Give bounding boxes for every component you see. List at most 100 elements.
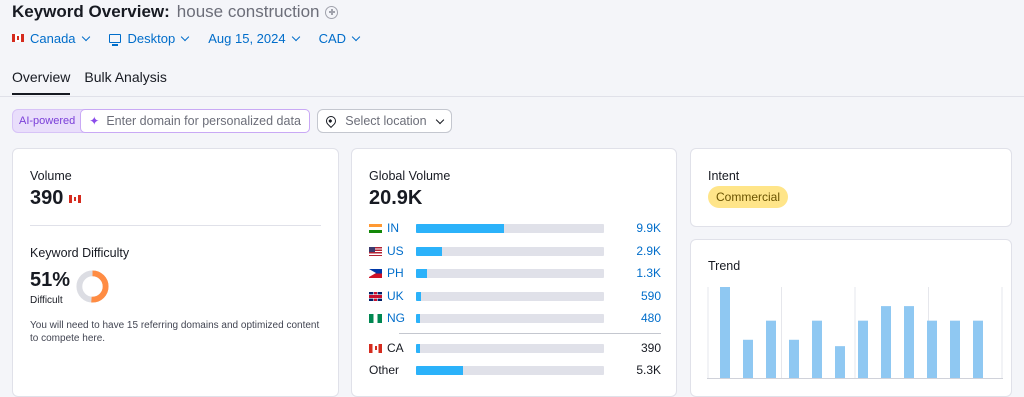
- country-filter[interactable]: Canada: [12, 30, 90, 46]
- trend-bar[interactable]: [766, 320, 776, 378]
- volume-value: 390: [30, 187, 64, 209]
- device-filter-label: Desktop: [127, 30, 176, 46]
- trend-bar[interactable]: [904, 306, 914, 378]
- date-filter[interactable]: Aug 15, 2024: [208, 30, 300, 46]
- location-pin-icon: [324, 113, 339, 129]
- trend-bar[interactable]: [812, 320, 822, 378]
- device-filter[interactable]: Desktop: [108, 30, 190, 46]
- kd-label: Keyword Difficulty: [30, 246, 130, 260]
- country-code[interactable]: PH: [387, 266, 415, 280]
- trend-bar[interactable]: [743, 339, 753, 378]
- country-code: CA: [387, 341, 404, 355]
- country-volume-value[interactable]: 480: [641, 311, 661, 325]
- kd-donut-chart: [76, 270, 109, 303]
- tab-bulk-analysis[interactable]: Bulk Analysis: [84, 69, 166, 95]
- country-volume-value[interactable]: 9.9K: [636, 221, 661, 235]
- country-volume-bar-fill: [416, 268, 428, 278]
- card-divider: [30, 225, 321, 226]
- trend-card: Trend: [690, 239, 1012, 397]
- country-volume-bar: [416, 365, 604, 375]
- ca-flag-icon: [369, 343, 382, 353]
- global-volume-value: 20.9K: [369, 187, 423, 209]
- country-volume-value[interactable]: 2.9K: [636, 244, 661, 258]
- country-code[interactable]: NG: [387, 311, 415, 325]
- ai-toolbar: AI-powered ✦ Select location: [12, 109, 452, 133]
- ng-flag-icon: [369, 313, 382, 323]
- country-row[interactable]: IN 9.9K: [369, 221, 661, 235]
- trend-bar[interactable]: [950, 320, 960, 378]
- country-volume-bar: [416, 268, 604, 278]
- country-volume-bar-fill: [416, 313, 421, 323]
- chevron-down-icon: [435, 115, 444, 124]
- in-flag-icon: [369, 223, 382, 233]
- volume-label: Volume: [30, 169, 72, 183]
- chevron-down-icon: [81, 32, 90, 41]
- trend-bar[interactable]: [858, 320, 868, 378]
- country-volume-bar: [416, 343, 604, 353]
- country-row[interactable]: Other 5.3K: [369, 363, 661, 377]
- canada-flag-icon: [12, 34, 24, 42]
- country-volume-bar-fill: [416, 365, 463, 375]
- canada-flag-icon: [69, 194, 82, 203]
- sparkle-icon: ✦: [89, 114, 100, 128]
- country-row[interactable]: NG 480: [369, 311, 661, 325]
- ai-powered-badge: AI-powered: [19, 115, 76, 127]
- date-filter-label: Aug 15, 2024: [208, 30, 286, 46]
- country-volume-bar: [416, 313, 604, 323]
- country-row[interactable]: US 2.9K: [369, 244, 661, 258]
- country-volume-bar: [416, 291, 604, 301]
- volume-value-row: 390: [30, 187, 87, 210]
- kd-value: 51%: [30, 269, 71, 291]
- trend-bar[interactable]: [881, 306, 891, 378]
- country-filter-label: Canada: [30, 30, 76, 46]
- ph-flag-icon: [369, 268, 382, 278]
- global-volume-label: Global Volume: [369, 169, 451, 183]
- country-volume-bar-fill: [416, 223, 505, 233]
- currency-filter[interactable]: CAD: [318, 30, 361, 46]
- location-select[interactable]: Select location: [317, 109, 452, 133]
- country-row[interactable]: PH 1.3K: [369, 266, 661, 280]
- ai-domain-field: AI-powered ✦: [12, 109, 311, 133]
- country-volume-value: 5.3K: [636, 363, 661, 377]
- uk-flag-icon: [369, 291, 382, 301]
- page-title: Keyword Overview:: [12, 2, 170, 21]
- tab-bar: Overview Bulk Analysis: [12, 69, 181, 95]
- country-row[interactable]: CA 390: [369, 341, 661, 355]
- page-header: Keyword Overview: house construction: [12, 2, 339, 22]
- country-volume-bar-fill: [416, 343, 420, 353]
- intent-badge: Commercial: [708, 186, 789, 208]
- kd-level: Difficult: [30, 295, 63, 306]
- filter-bar: Canada Desktop Aug 15, 2024 CAD: [12, 30, 379, 46]
- trend-bar[interactable]: [789, 339, 799, 378]
- volume-card: Volume 390 Keyword Difficulty 51% Diffic…: [12, 148, 339, 397]
- intent-card: Intent Commercial: [690, 148, 1012, 227]
- chevron-down-icon: [181, 32, 190, 41]
- country-volume-bar: [416, 223, 604, 233]
- country-row[interactable]: UK 590: [369, 289, 661, 303]
- country-volume-bar: [416, 246, 604, 256]
- chevron-down-icon: [351, 32, 361, 41]
- trend-chart: [707, 287, 1003, 379]
- currency-filter-label: CAD: [318, 30, 347, 46]
- country-volume-bar-fill: [416, 246, 443, 256]
- tabs-divider: [0, 96, 1024, 97]
- country-code[interactable]: UK: [387, 289, 415, 303]
- tab-overview[interactable]: Overview: [12, 69, 71, 95]
- trend-bar[interactable]: [927, 320, 937, 378]
- country-code[interactable]: IN: [387, 221, 415, 235]
- location-select-label: Select location: [345, 114, 427, 128]
- country-divider: [399, 333, 661, 334]
- country-other-label: Other: [369, 363, 400, 377]
- domain-input-wrapper: ✦: [80, 109, 311, 133]
- trend-bar[interactable]: [835, 346, 845, 378]
- domain-input[interactable]: [106, 114, 307, 128]
- add-plus-icon[interactable]: [325, 5, 339, 19]
- kd-note: You will need to have 15 referring domai…: [30, 320, 320, 344]
- country-code[interactable]: US: [387, 244, 415, 258]
- country-volume-value: 390: [640, 341, 661, 355]
- chevron-down-icon: [291, 32, 300, 41]
- country-volume-value[interactable]: 590: [641, 289, 661, 303]
- trend-bar[interactable]: [720, 287, 730, 378]
- trend-bar[interactable]: [973, 320, 983, 378]
- country-volume-value[interactable]: 1.3K: [636, 266, 661, 280]
